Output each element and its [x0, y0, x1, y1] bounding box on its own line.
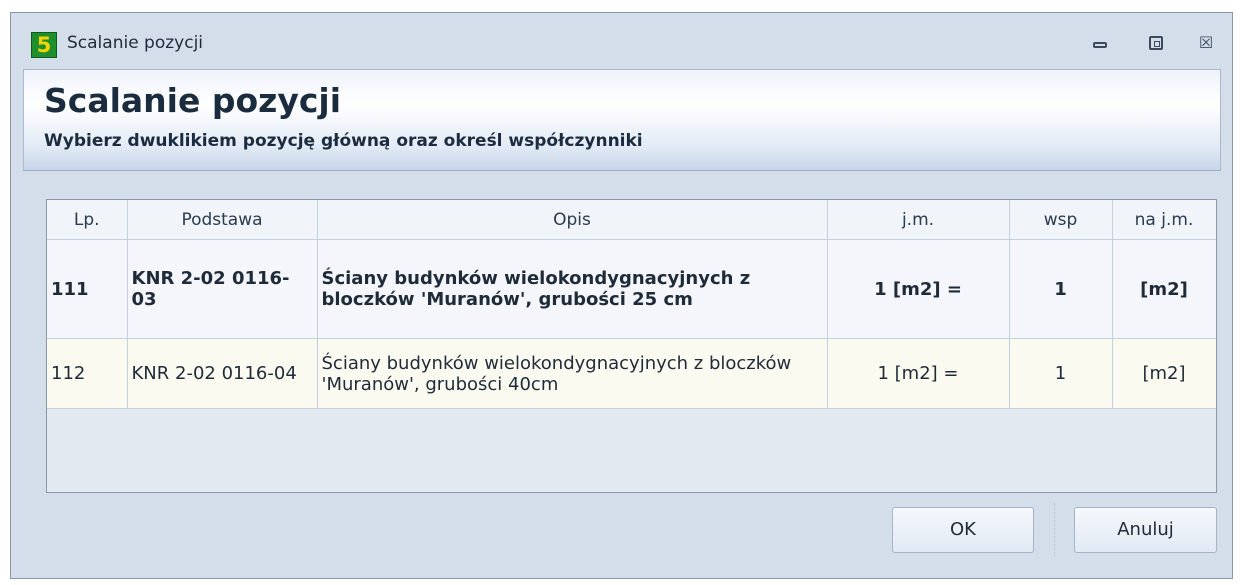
cell-opis[interactable]: Ściany budynków wielokondygnacyjnych z b…	[317, 338, 828, 409]
ok-button[interactable]: OK	[892, 507, 1034, 553]
cell-podstawa[interactable]: KNR 2-02 0116-03	[127, 239, 318, 339]
cell-na-jm[interactable]: [m2]	[1112, 239, 1216, 339]
cell-lp[interactable]: 112	[47, 338, 128, 409]
column-header-podstawa[interactable]: Podstawa	[127, 200, 318, 240]
cell-na-jm[interactable]: [m2]	[1112, 338, 1216, 409]
minimize-icon	[1093, 42, 1107, 48]
table-row[interactable]: 112 KNR 2-02 0116-04 Ściany budynków wie…	[47, 338, 1216, 409]
cell-jm[interactable]: 1 [m2] =	[827, 338, 1010, 409]
close-button[interactable]: ☒	[1189, 29, 1223, 57]
page-subtitle: Wybierz dwuklikiem pozycję główną oraz o…	[44, 131, 643, 151]
title-bar[interactable]: 5 Scalanie pozycji ☒	[11, 13, 1232, 69]
column-header-na-jm[interactable]: na j.m.	[1112, 200, 1216, 240]
table-row-main-position[interactable]: 111 KNR 2-02 0116-03 Ściany budynków wie…	[47, 239, 1216, 339]
page-title: Scalanie pozycji	[44, 81, 342, 120]
window-title: Scalanie pozycji	[67, 33, 204, 53]
cancel-button[interactable]: Anuluj	[1074, 507, 1217, 553]
table-header-row: Lp. Podstawa Opis j.m. wsp na j.m.	[47, 200, 1216, 240]
column-header-jm[interactable]: j.m.	[827, 200, 1010, 240]
positions-grid[interactable]: Lp. Podstawa Opis j.m. wsp na j.m. 111 K…	[46, 199, 1217, 493]
positions-table: Lp. Podstawa Opis j.m. wsp na j.m. 111 K…	[47, 200, 1216, 409]
maximize-icon	[1149, 36, 1163, 50]
cell-jm[interactable]: 1 [m2] =	[827, 239, 1010, 339]
column-header-wsp[interactable]: wsp	[1009, 200, 1113, 240]
column-header-lp[interactable]: Lp.	[47, 200, 128, 240]
cell-opis[interactable]: Ściany budynków wielokondygnacyjnych z b…	[317, 239, 828, 339]
app-logo-icon: 5	[31, 32, 57, 58]
dialog-header: Scalanie pozycji Wybierz dwuklikiem pozy…	[23, 69, 1221, 171]
cell-wsp[interactable]: 1	[1009, 239, 1113, 339]
minimize-button[interactable]	[1083, 29, 1117, 57]
maximize-button[interactable]	[1139, 29, 1173, 57]
button-separator	[1054, 503, 1055, 557]
cell-podstawa[interactable]: KNR 2-02 0116-04	[127, 338, 318, 409]
cell-lp[interactable]: 111	[47, 239, 128, 339]
merge-dialog-window: 5 Scalanie pozycji ☒ Scalanie pozycji Wy…	[10, 12, 1233, 579]
close-icon: ☒	[1198, 33, 1214, 52]
cell-wsp[interactable]: 1	[1009, 338, 1113, 409]
column-header-opis[interactable]: Opis	[317, 200, 828, 240]
